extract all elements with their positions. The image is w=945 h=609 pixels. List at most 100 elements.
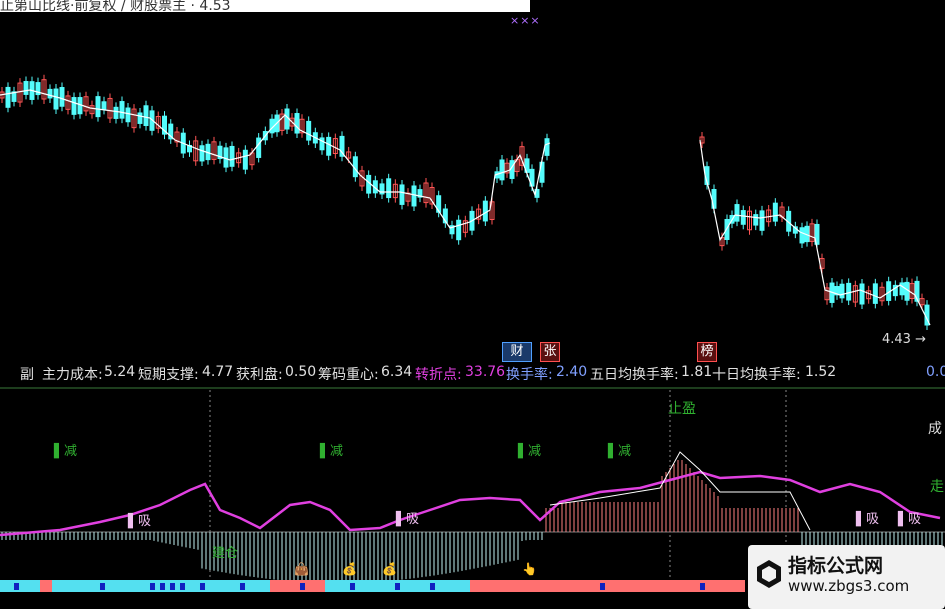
candle-body (544, 138, 550, 156)
signal-jian: ▌减 (608, 444, 632, 459)
rate-label: 换手率: (506, 367, 553, 383)
badge-bang[interactable]: 榜 (697, 342, 717, 362)
watermark-box: 指标公式网 www.zbgs3.com (748, 545, 945, 609)
candlestick-series[interactable] (0, 74, 931, 331)
turn-label: 转折点: (415, 367, 462, 383)
candle-body (223, 147, 229, 168)
signal-jian: ▌减 (54, 444, 78, 459)
signal-segment (0, 580, 40, 592)
badge-zhang[interactable]: 张 (540, 342, 560, 362)
signal-jian-text: 减 (64, 444, 78, 459)
rate5-label: 五日均换手率: (590, 367, 679, 383)
candle-body (799, 227, 805, 244)
candle-body (125, 107, 131, 123)
candle-body (256, 137, 262, 158)
candle-body (411, 185, 417, 207)
signal-zhiying: 止盈 (668, 401, 696, 417)
candle-body (753, 214, 759, 226)
candle-body (499, 159, 505, 181)
cost-line (549, 451, 811, 531)
signal-tick (160, 583, 165, 590)
cost-label: 主力成本: (42, 367, 103, 383)
candle-body (759, 210, 765, 231)
candle-body (95, 96, 101, 118)
money-bag-icon: 👜 (294, 562, 309, 576)
signal-xi-text: 吸 (908, 512, 922, 527)
signal-tick (14, 583, 19, 590)
signal-jian-text: 减 (618, 444, 632, 459)
signal-jian-text: 减 (330, 444, 344, 459)
candle-body (839, 283, 845, 299)
center-label: 筹码重心: (318, 367, 379, 383)
candle-body (859, 283, 865, 305)
signal-tick (430, 583, 435, 590)
pane-prefix: 副 (20, 367, 34, 383)
rate-value: 2.40 (556, 364, 588, 380)
signal-xi: ▌吸 (128, 514, 152, 529)
signal-zou: 走 (930, 479, 944, 495)
candle-body (242, 149, 248, 170)
candle-body (199, 145, 205, 162)
signal-tick (170, 583, 175, 590)
signal-tick (200, 583, 205, 590)
arrow-right-icon: → (910, 332, 926, 347)
signal-segment (270, 580, 325, 592)
candle-body (872, 283, 878, 304)
signal-xi: ▌吸 (856, 512, 880, 527)
indicator-stats-bar: 副 主力成本: 5.24 短期支撑: 4.77 获利盘: 0.50 筹码重心: … (0, 362, 945, 384)
watermark-url: www.zbgs3.com (788, 577, 910, 595)
signal-jiancang: 建仓 (212, 546, 239, 561)
bottom-signal-strip (0, 580, 745, 592)
signal-tick (600, 583, 605, 590)
rate5-value: 1.81 (681, 364, 713, 380)
candle-body (59, 87, 65, 107)
signal-tick (350, 583, 355, 590)
chart-title-bar: 止第山比线·前复权 / 财股票主 · 4.53 (0, 0, 530, 12)
chart-title: 止第山比线·前复权 / 财股票主 · 4.53 (0, 0, 231, 12)
support-value: 4.77 (202, 364, 234, 380)
candle-body (5, 86, 11, 108)
candle-body (386, 178, 392, 199)
candle-body (101, 101, 107, 110)
signal-xi: ▌吸 (898, 512, 922, 527)
candle-body (53, 88, 59, 110)
candle-body (772, 202, 778, 222)
signal-jian: ▌减 (518, 444, 542, 459)
signal-xi-text: 吸 (866, 512, 880, 527)
money-bag-icon: 👆 (522, 562, 537, 576)
signal-segment (40, 580, 52, 592)
candle-body (113, 106, 119, 119)
signal-jian: ▌减 (320, 444, 344, 459)
signal-tick (150, 583, 155, 590)
rate10-value: 1.52 (805, 364, 837, 380)
support-label: 短期支撑: (138, 367, 199, 383)
profit-value: 0.50 (285, 364, 317, 380)
candle-body (119, 101, 125, 119)
signal-xi-text: 吸 (406, 512, 420, 527)
candle-body (23, 81, 29, 95)
candle-body (294, 113, 300, 134)
signal-tick (100, 583, 105, 590)
signal-jian-text: 减 (528, 444, 542, 459)
candle-body (456, 219, 462, 241)
signal-xi-text: 吸 (138, 514, 152, 529)
money-bag-icon: 💰 (382, 562, 397, 576)
signal-xi: ▌吸 (396, 512, 420, 527)
candle-body (326, 136, 332, 156)
candle-body (71, 97, 77, 115)
candle-body (399, 184, 405, 205)
candle-body (137, 112, 143, 124)
marker-icon: ××× (510, 14, 541, 27)
last-price-label: 4.43 → (882, 332, 926, 347)
cost-value: 5.24 (104, 364, 136, 380)
candle-body (740, 210, 746, 225)
center-value: 6.34 (381, 364, 413, 380)
badge-caijing[interactable]: 财 (502, 342, 532, 362)
profit-label: 获利盘: (236, 367, 283, 383)
last-price-value: 4.43 (882, 332, 911, 347)
candle-body (143, 105, 149, 127)
candle-body (306, 120, 312, 141)
signal-tick (700, 583, 705, 590)
turn-value: 33.76 (465, 364, 506, 380)
candle-body (846, 282, 852, 301)
